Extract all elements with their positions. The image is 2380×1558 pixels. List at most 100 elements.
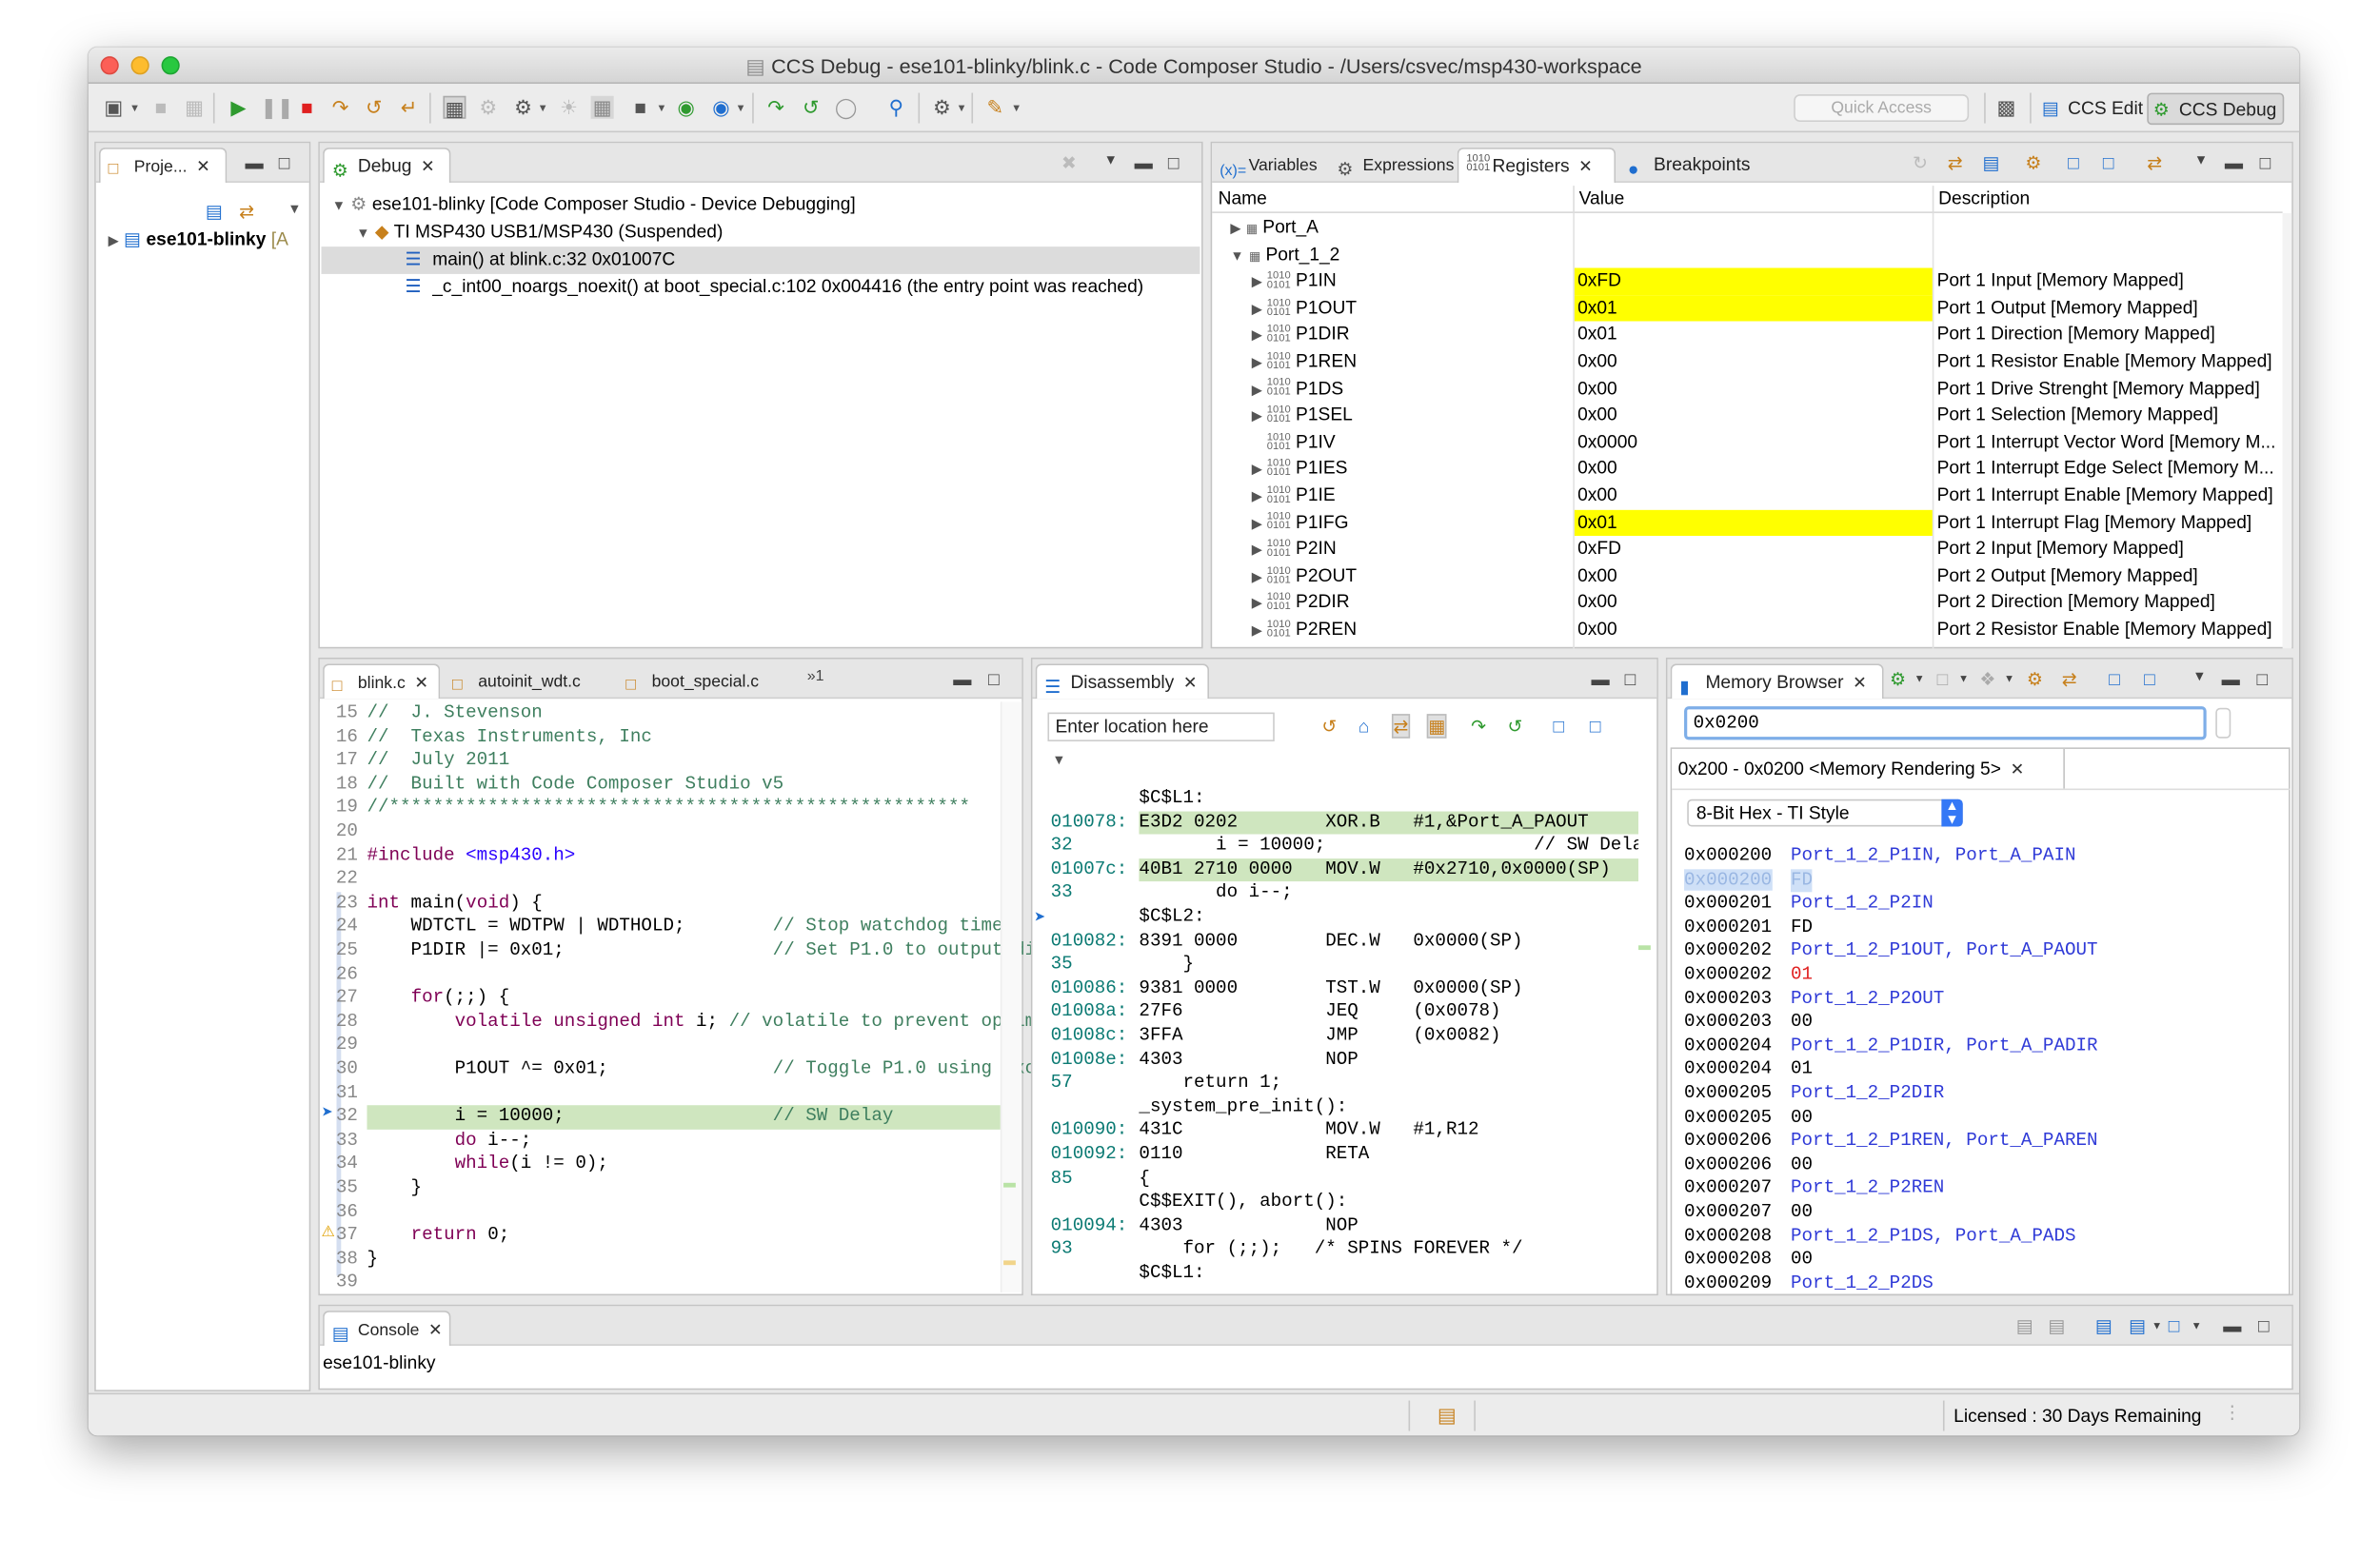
open-console-icon[interactable]: □ [2169, 1315, 2180, 1336]
close-icon[interactable]: ✕ [1183, 675, 1198, 693]
close-icon[interactable]: ✕ [1578, 158, 1593, 176]
tab-autoinit-wdt-c[interactable]: □ autoinit_wdt.c [445, 663, 581, 699]
view-menu-icon[interactable]: ▼ [2194, 152, 2208, 168]
memory-row[interactable]: 0x000209 Port_1_2_P2DS [1684, 1272, 1934, 1296]
disassembly-line[interactable]: 010092: 0110 RETA [1051, 1143, 1638, 1167]
view-menu-icon[interactable]: ▼ [1104, 152, 1118, 168]
step-over-icon[interactable]: ↺ [1508, 716, 1523, 737]
code-line[interactable]: 28 volatile unsigned int i; // volatile … [320, 1011, 1036, 1035]
register-value[interactable]: 0xFD [1575, 536, 1933, 562]
tab-memory-rendering[interactable]: 0x200 - 0x0200 <Memory Rendering 5> ✕ [1672, 748, 2065, 789]
restart-icon[interactable]: ☀ [557, 96, 580, 119]
register-row[interactable]: ▶ 1010 0101 P1IE 0x00 Port 1 Interrupt Enabl… [1212, 483, 2291, 509]
save-icon[interactable]: ■ [149, 96, 172, 119]
memory-row[interactable]: 0x000200 FD [1684, 868, 1814, 893]
save-all-icon[interactable]: ▦ [183, 96, 206, 119]
memory-row[interactable]: 0x000207 Port_1_2_P2REN [1684, 1177, 1944, 1201]
pin-view-icon[interactable]: □ [2144, 668, 2155, 689]
open-perspective-icon[interactable]: ▩ [1994, 96, 2017, 119]
code-line[interactable]: 32 i = 10000; // SW Delay [336, 1105, 1001, 1130]
code-line[interactable]: 21 #include <msp430.h> [320, 844, 1021, 868]
register-row[interactable]: ▶ 1010 0101 P1IN 0xFD Port 1 Input [Memory M… [1212, 267, 2291, 295]
settings-icon[interactable]: ⚙ [930, 96, 953, 119]
go-to-location-icon[interactable]: ↺ [1321, 716, 1337, 737]
close-icon[interactable]: ✕ [2011, 761, 2025, 779]
close-icon[interactable]: ✕ [196, 158, 210, 176]
disassembly-line[interactable]: 01008a: 27F6 JEQ (0x0078) [1051, 1000, 1638, 1024]
sync-icon[interactable]: ⇄ [2062, 668, 2077, 689]
register-value[interactable]: 0x0000 [1575, 429, 1933, 456]
terminate-icon[interactable]: ■ [295, 96, 318, 119]
minimize-icon[interactable]: ▬ [2223, 1315, 2241, 1336]
register-value[interactable]: 0x00 [1575, 590, 1933, 617]
debug-icon[interactable]: ■ [629, 96, 652, 119]
column-description-header[interactable]: Description [1932, 186, 2030, 213]
disassembly-line[interactable]: $C$L2: [1051, 906, 1638, 930]
memory-row[interactable]: 0x000206 Port_1_2_P1REN, Port_A_PAREN [1684, 1130, 2097, 1154]
pin-view-icon[interactable]: □ [2103, 152, 2114, 173]
debug-frame-c-int00[interactable]: ☰ _c_int00_noargs_noexit() at boot_specia… [321, 274, 1201, 301]
register-row[interactable]: ▶ 1010 0101 P1REN 0x00 Port 1 Resistor Enabl… [1212, 348, 2291, 375]
register-row[interactable]: ▶ 1010 0101 P1DS 0x00 Port 1 Drive Strenght … [1212, 375, 2291, 402]
step-into-icon[interactable]: ↷ [328, 96, 351, 119]
disassembly-line[interactable]: 01007c: 40B1 2710 0000 MOV.W #0x2710,0x00… [1051, 858, 1639, 882]
code-line[interactable]: 24 WDTCTL = WDTPW | WDTHOLD; // Stop wat… [320, 916, 1021, 939]
code-line[interactable]: 34 while(i != 0); [320, 1153, 1021, 1176]
display-console-icon[interactable]: ▤ [2129, 1315, 2146, 1336]
location-input[interactable]: Enter location here [1047, 712, 1275, 741]
quick-access-field[interactable]: Quick Access [1794, 94, 1970, 122]
link-editor-icon[interactable]: ⇄ [239, 201, 254, 222]
maximize-icon[interactable]: □ [2256, 668, 2268, 689]
code-line[interactable]: 23 int main(void) { [320, 892, 1021, 916]
register-value[interactable]: 0x00 [1575, 483, 1933, 509]
step-return-icon[interactable]: ↵ [397, 96, 420, 119]
register-group-row[interactable]: ▼ ▦ Port_1_2 [1212, 242, 2291, 268]
collapse-all-icon[interactable]: ▤ [1983, 152, 2000, 173]
continuous-refresh-icon[interactable]: ⚙ [2027, 668, 2043, 689]
register-value[interactable]: 0x00 [1575, 375, 1933, 402]
register-row[interactable]: ▶ 1010 0101 P1SEL 0x00 Port 1 Selection [Mem… [1212, 403, 2291, 429]
minimize-icon[interactable]: ▬ [1591, 668, 1609, 689]
resume-icon[interactable]: ▶ [227, 96, 249, 119]
sync-icon[interactable]: ⇄ [2147, 152, 2162, 173]
disassembly-line[interactable]: 010086: 9381 0000 TST.W 0x0000(SP) [1051, 977, 1638, 1001]
code-line[interactable]: 31 [320, 1082, 1021, 1106]
register-value[interactable]: 0x00 [1575, 403, 1933, 429]
register-row[interactable]: ▶ 1010 0101 P1IFG 0x01 Port 1 Interrupt Flag… [1212, 509, 2291, 537]
code-line[interactable]: 30 P1OUT ^= 0x01; // Toggle P1.0 using e… [320, 1058, 1036, 1082]
register-row[interactable]: ▶ 1010 0101 P2DIR 0x00 Port 2 Direction [Mem… [1212, 590, 2291, 617]
debug-frame-main[interactable]: ☰ main() at blink.c:32 0x01007C [321, 247, 1200, 274]
code-line[interactable]: 20 [320, 820, 1021, 844]
disconnect-icon[interactable]: ⚙ [477, 96, 500, 119]
fill-icon[interactable]: ❖ [1979, 668, 1995, 689]
refresh-icon[interactable]: ↻ [1913, 152, 1928, 173]
tab-registers[interactable]: 1010 0101 Registers ✕ [1457, 148, 1616, 183]
status-icon[interactable]: ▤ [1438, 1404, 1457, 1429]
code-line[interactable]: 27 for(;;) { [320, 987, 1021, 1011]
disassembly-line[interactable]: C$$EXIT(), abort(): [1051, 1191, 1638, 1214]
disassembly-line[interactable]: 32 i = 10000; // SW Delay [1051, 835, 1638, 858]
tab-disassembly[interactable]: ☰ Disassembly ✕ [1035, 663, 1210, 700]
register-row[interactable]: ▶ 1010 0101 P2IN 0xFD Port 2 Input [Memory M… [1212, 536, 2291, 562]
maximize-icon[interactable]: □ [1625, 668, 1636, 689]
code-line[interactable]: 38} [320, 1248, 1021, 1272]
memory-row[interactable]: 0x000202 01 [1684, 963, 1813, 987]
memory-row[interactable]: 0x000205 00 [1684, 1106, 1813, 1130]
register-value[interactable]: 0x01 [1575, 322, 1933, 348]
disassembly-line[interactable]: 33 do i--; [1051, 882, 1638, 906]
view-menu-icon[interactable]: ▼ [1052, 752, 1065, 767]
tab-console[interactable]: ▤ Console ✕ [323, 1311, 451, 1346]
search-icon[interactable]: ⚲ [884, 96, 907, 119]
scroll-lock-icon[interactable]: ▤ [2048, 1315, 2065, 1336]
perspective-ccs-debug[interactable]: ⚙ CCS Debug [2147, 92, 2285, 126]
register-row[interactable]: ▶ 1010 0101 P1OUT 0x01 Port 1 Output [Memory… [1212, 294, 2291, 323]
disassembly-line[interactable]: _system_pre_init(): [1051, 1095, 1638, 1119]
memory-row[interactable]: 0x000202 Port_1_2_P1OUT, Port_A_PAOUT [1684, 940, 2097, 964]
run-icon[interactable]: ◉ [675, 96, 698, 119]
register-row[interactable]: 1010 0101 P1IV 0x0000 Port 1 Interrupt Vect… [1212, 429, 2291, 456]
disassembly-line[interactable]: 57 return 1; [1051, 1072, 1638, 1095]
tab-breakpoints[interactable]: ● Breakpoints [1620, 148, 1751, 183]
minimize-icon[interactable]: ▬ [1135, 152, 1153, 173]
register-value[interactable]: 0x00 [1575, 617, 1933, 643]
minimize-icon[interactable]: ▬ [953, 668, 971, 689]
